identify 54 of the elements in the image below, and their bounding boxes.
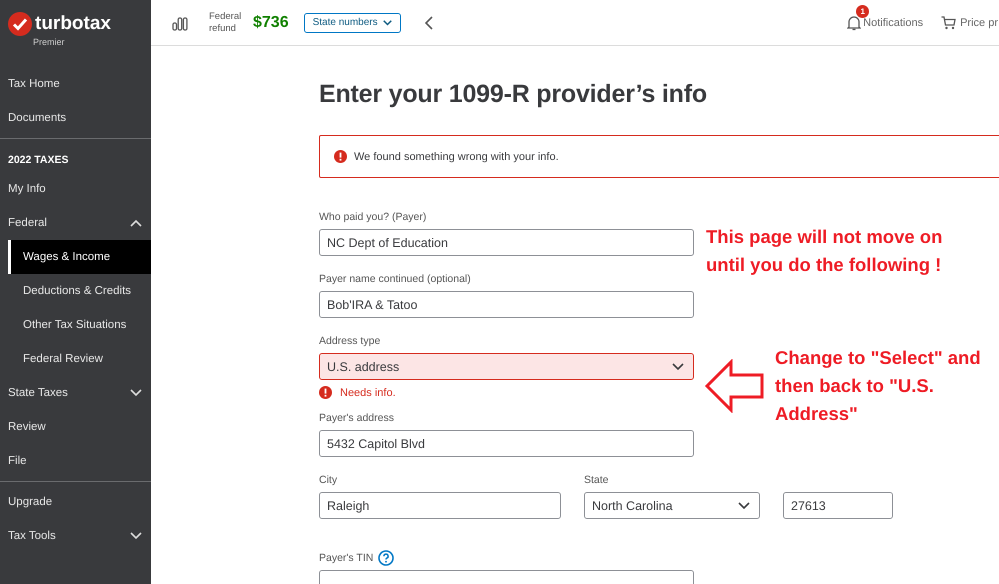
logo-wordmark: turbotax [35, 13, 111, 35]
state-numbers-button[interactable]: State numbers [304, 12, 401, 32]
dropdown[interactable]: North Carolina [584, 492, 760, 519]
back-button[interactable] [424, 16, 433, 30]
field-label: Payer's address [319, 412, 394, 424]
field-label: Payer name continued (optional) [319, 273, 471, 285]
input-field[interactable]: Raleigh [319, 492, 561, 519]
chevron-up-icon [130, 219, 142, 227]
bar-chart-icon [172, 14, 188, 30]
edition-label: Premier [33, 37, 66, 47]
annotation-text: Change to "Select" and then back to "U.S. Address" [775, 346, 981, 426]
input-field[interactable]: NC Dept of Education [319, 229, 694, 256]
field-label: Payer's TIN [319, 552, 374, 564]
bell-icon [847, 14, 862, 30]
dropdown[interactable]: U.S. address [319, 353, 694, 380]
section-heading: 2022 TAXES [7, 153, 70, 168]
sidebar-item[interactable]: Upgrade [0, 485, 151, 519]
checkmark-logo-icon [8, 12, 32, 36]
caret-icon [382, 20, 392, 26]
chevron-down-icon [672, 362, 684, 370]
sidebar-item[interactable]: Tax Home [0, 67, 151, 101]
field-label: Who paid you? (Payer) [319, 211, 426, 223]
sidebar-item[interactable]: Review [0, 410, 151, 444]
field-label: Address type [319, 335, 380, 347]
sidebar-item[interactable]: Federal Review [8, 342, 151, 376]
notification-count: 1 [856, 4, 870, 18]
input-field[interactable]: Bob'IRA & Tatoo [319, 291, 694, 318]
sidebar-item[interactable]: Wages & Income [8, 240, 151, 274]
refund-label: Federal refund [209, 10, 242, 34]
error-icon [334, 150, 347, 163]
error-message: We found something wrong with your info. [354, 150, 559, 162]
sidebar-item[interactable]: My Info [0, 172, 151, 206]
error-icon [319, 386, 332, 399]
sidebar-item[interactable]: Documents [0, 101, 151, 135]
chevron-down-icon [130, 532, 142, 540]
notifications-link[interactable]: Notifications [863, 16, 924, 28]
sidebar-item[interactable]: State Taxes [0, 376, 151, 410]
error-text: Needs info. [340, 386, 396, 398]
field-label: State [584, 474, 609, 486]
sidebar-item[interactable]: Deductions & Credits [8, 274, 151, 308]
sidebar-item[interactable]: Tax Tools [0, 519, 151, 553]
sidebar-item[interactable]: Other Tax Situations [8, 308, 151, 342]
cart-icon [941, 16, 956, 30]
sidebar-item[interactable]: File [0, 444, 151, 478]
input-field[interactable]: 5432 Capitol Blvd [319, 430, 694, 457]
refund-amount: $736 [253, 14, 289, 32]
field-label: City [319, 474, 338, 486]
annotation-text: This page will not move on until you do the following ! [706, 225, 942, 277]
chevron-down-icon [130, 389, 142, 397]
sidebar-item[interactable]: Federal [0, 206, 151, 240]
input-field[interactable]: 27613 [783, 492, 893, 519]
price-link[interactable]: Price pr [960, 16, 998, 28]
chevron-down-icon [738, 502, 750, 510]
page-title: Enter your 1099-R provider’s info [319, 80, 708, 109]
